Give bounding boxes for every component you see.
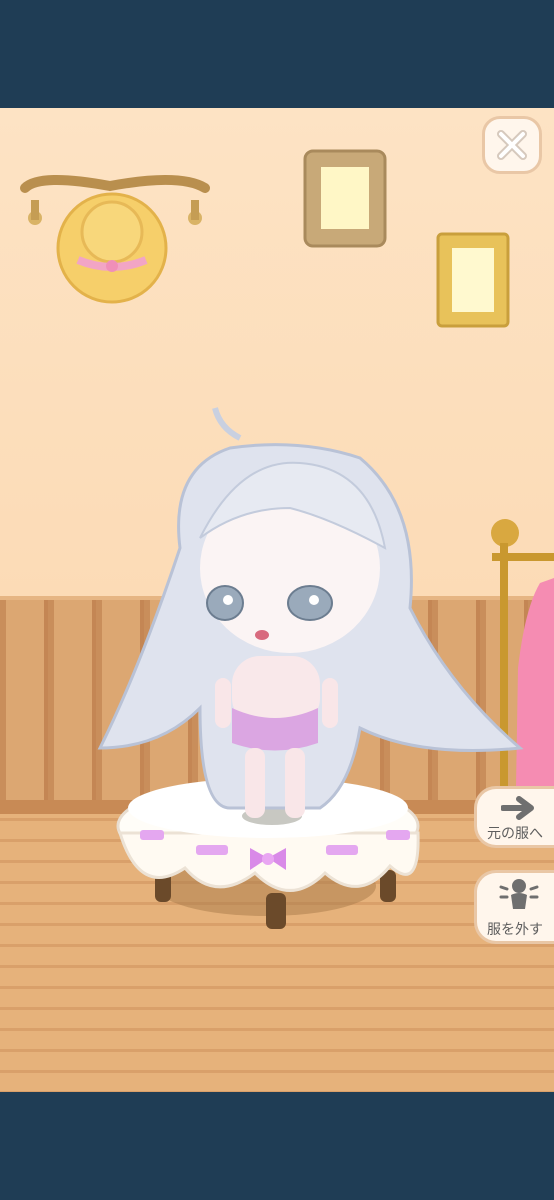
scene-art: [20, 149, 554, 929]
dressing-room-scene: 元の服へ 服を外す: [0, 108, 554, 1092]
top-system-bar: [0, 0, 554, 108]
close-button[interactable]: [482, 116, 542, 174]
remove-clothes-label: 服を外す: [487, 922, 543, 938]
revert-outfit-label: 元の服へ: [487, 826, 543, 842]
avatar-character: [97, 407, 524, 818]
undress-icon: [499, 879, 539, 909]
arrow-right-icon: [501, 796, 534, 820]
picture-frame-large: [303, 149, 387, 248]
straw-hat-icon: [56, 192, 168, 304]
revert-outfit-button[interactable]: 元の服へ: [474, 786, 554, 848]
remove-clothes-button[interactable]: 服を外す: [474, 870, 554, 944]
bottom-system-bar: [0, 1092, 554, 1200]
picture-frame-small: [436, 232, 510, 328]
clothes-rack: [491, 519, 554, 823]
close-icon: [497, 130, 527, 160]
